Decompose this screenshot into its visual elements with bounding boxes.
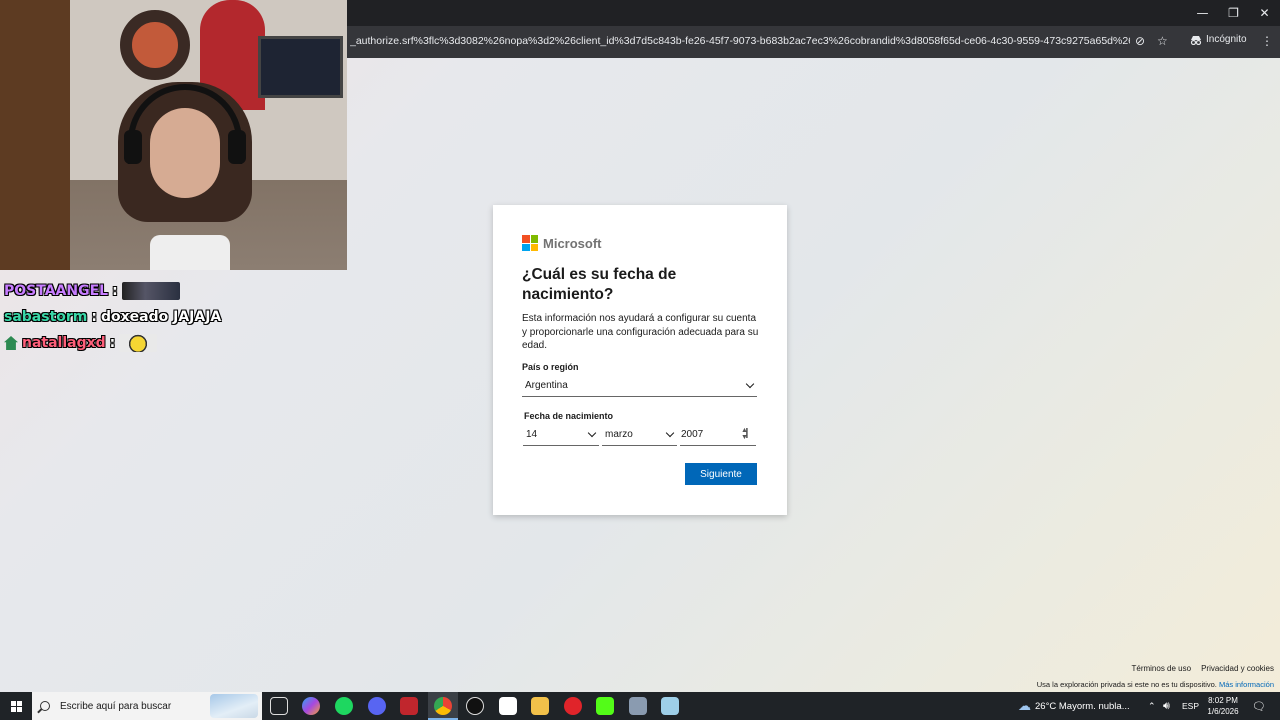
clock-time: 8:02 PM <box>1208 696 1238 705</box>
country-label: País o región <box>522 362 579 372</box>
tray-chevron-icon[interactable]: ⌃ <box>1148 692 1156 720</box>
house-icon <box>4 336 18 350</box>
microsoft-logo: Microsoft <box>522 235 602 251</box>
notepad-icon[interactable] <box>661 697 679 715</box>
more-info-link[interactable]: Más información <box>1219 680 1274 689</box>
calculator-icon[interactable] <box>629 697 647 715</box>
country-select[interactable]: Argentina <box>522 375 757 397</box>
address-bar[interactable]: _authorize.srf%3flc%3d3082%26nopa%3d2%26… <box>350 35 1130 47</box>
search-placeholder: Escribe aquí para buscar <box>60 700 172 712</box>
microsoft-logo-icon <box>522 235 538 251</box>
chevron-down-icon <box>745 379 755 389</box>
page-description: Esta información nos ayudará a configura… <box>522 313 759 351</box>
day-select[interactable]: 14 <box>523 424 599 446</box>
clock[interactable]: 8:02 PM 1/6/2026 <box>1200 695 1246 717</box>
chat-message: sabastorm : doxeado JAJAJA <box>4 304 221 330</box>
window-controls: — ❐ ✕ <box>1187 0 1280 26</box>
restore-button[interactable]: ❐ <box>1218 0 1249 26</box>
chat-separator: : <box>112 283 118 299</box>
chat-text: doxeado JAJAJA <box>101 309 222 325</box>
private-browsing-note: Usa la exploración privada si este no es… <box>1036 680 1217 689</box>
privacy-link[interactable]: Privacidad y cookies <box>1201 664 1274 673</box>
discord-icon[interactable] <box>368 697 386 715</box>
clock-date: 1/6/2026 <box>1207 707 1239 716</box>
webcam-ring-decoration <box>120 10 190 80</box>
incognito-indicator[interactable]: Incógnito <box>1190 34 1247 45</box>
spotify-icon[interactable] <box>335 697 353 715</box>
incognito-icon <box>1190 35 1202 45</box>
search-highlight-image <box>210 694 258 718</box>
opera-icon[interactable] <box>564 697 582 715</box>
chevron-down-icon <box>587 428 597 438</box>
notifications-icon[interactable]: 🗨︎ <box>1252 692 1266 720</box>
footer-links: Términos de uso Privacidad y cookies <box>1131 664 1274 673</box>
windows-icon <box>10 700 22 712</box>
footer-note: Usa la exploración privada si este no es… <box>1037 680 1274 689</box>
text-cursor-icon: I <box>745 427 749 442</box>
obs-icon[interactable] <box>466 697 484 715</box>
month-select[interactable]: marzo <box>602 424 677 446</box>
menu-icon[interactable]: ⋮ <box>1261 34 1273 48</box>
cloud-icon: ☁ <box>1018 698 1031 713</box>
weather-text: 26°C Mayorm. nubla... <box>1035 700 1130 712</box>
start-button[interactable] <box>0 692 32 720</box>
voicemeeter-icon[interactable] <box>400 697 418 715</box>
brand-name: Microsoft <box>543 235 602 251</box>
webcam-monitor <box>258 36 343 98</box>
chat-username: natallagxd <box>22 335 106 351</box>
chat-separator: : <box>109 335 116 351</box>
webcam-person-shirt <box>150 235 230 270</box>
webcam-overlay <box>0 0 347 270</box>
chat-username: sabastorm <box>4 309 88 325</box>
close-button[interactable]: ✕ <box>1249 0 1280 26</box>
file-explorer-icon[interactable] <box>531 697 549 715</box>
chat-overlay: POSTAANGEL : sabastorm : doxeado JAJAJA … <box>4 278 221 356</box>
language-indicator[interactable]: ESP <box>1182 692 1199 720</box>
chrome-icon[interactable] <box>434 697 452 715</box>
chat-message: POSTAANGEL : <box>4 278 221 304</box>
webcam-door <box>0 0 70 270</box>
page-title: ¿Cuál es su fecha de nacimiento? <box>522 266 677 303</box>
chevron-down-icon <box>665 428 675 438</box>
emote-icon <box>119 334 158 352</box>
taskbar: Escribe aquí para buscar ☁ 26°C Mayorm. … <box>0 692 1280 720</box>
weather-widget[interactable]: ☁ 26°C Mayorm. nubla... <box>1018 692 1130 720</box>
search-icon <box>40 701 50 711</box>
emote-icon <box>121 282 180 300</box>
headset-ear-left <box>124 130 142 164</box>
birthdate-card: Microsoft ¿Cuál es su fecha de nacimient… <box>493 205 787 515</box>
minimize-button[interactable]: — <box>1187 0 1218 26</box>
country-value: Argentina <box>525 380 568 391</box>
star-icon[interactable]: ☆ <box>1157 34 1168 48</box>
kick-icon[interactable] <box>596 697 614 715</box>
chat-separator: : <box>91 309 97 325</box>
chat-username: POSTAANGEL <box>4 283 109 299</box>
day-value: 14 <box>526 429 538 440</box>
eye-off-icon[interactable]: ⊘ <box>1135 34 1145 48</box>
terms-link[interactable]: Términos de uso <box>1131 664 1191 673</box>
taskbar-search[interactable]: Escribe aquí para buscar <box>32 692 262 720</box>
volume-icon[interactable]: 🔊︎ <box>1163 692 1170 720</box>
capcut-icon[interactable] <box>499 697 517 715</box>
month-value: marzo <box>605 429 633 440</box>
copilot-icon[interactable] <box>302 697 320 715</box>
birthdate-label: Fecha de nacimiento <box>524 411 614 421</box>
chat-message: natallagxd : <box>4 330 221 356</box>
next-button[interactable]: Siguiente <box>685 463 757 485</box>
task-view-icon[interactable] <box>270 697 288 715</box>
incognito-label: Incógnito <box>1206 34 1247 45</box>
headset-ear-right <box>228 130 246 164</box>
